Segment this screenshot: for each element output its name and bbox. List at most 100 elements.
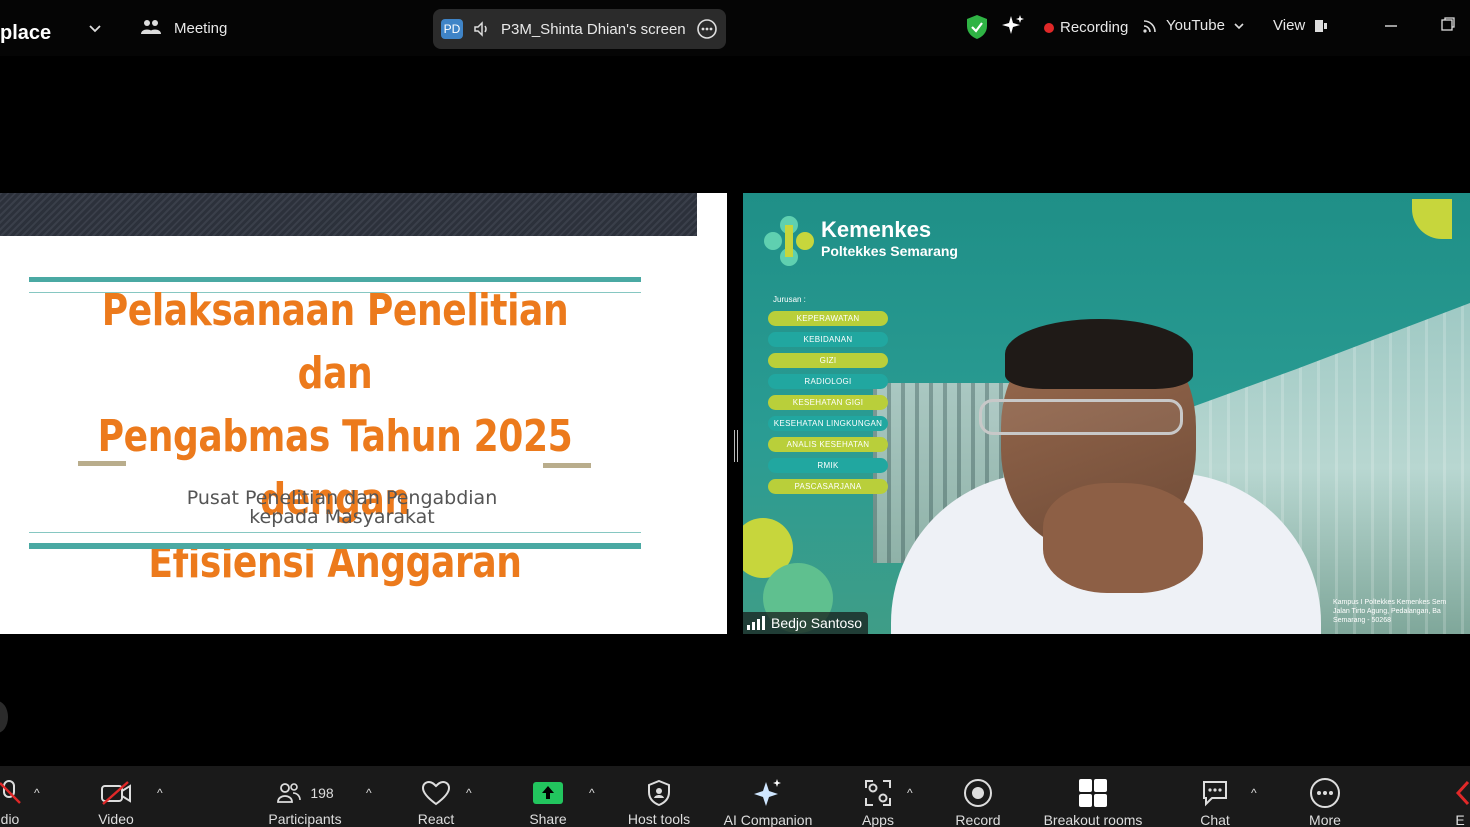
chat-label: Chat — [1200, 812, 1230, 827]
chevron-down-icon[interactable] — [87, 20, 103, 36]
brand-name: Kemenkes — [821, 217, 932, 242]
layout-splitter-handle[interactable] — [734, 430, 738, 462]
meeting-controls-toolbar: dio ^ Video ^ 198 Participants ^ React ^… — [0, 766, 1470, 827]
department-heading: Jurusan : — [773, 295, 806, 304]
slide-title-line: Pelaksanaan Penelitian dan — [101, 285, 569, 399]
side-panel-toggle[interactable] — [0, 701, 8, 733]
department-item: ANALIS KESEHATAN — [768, 437, 888, 452]
ai-sparkle-icon[interactable] — [1001, 14, 1025, 38]
slide-header-band — [0, 193, 697, 236]
ai-companion-button[interactable]: AI Companion — [718, 766, 818, 827]
apps-options-caret-icon[interactable]: ^ — [907, 786, 913, 800]
share-label: Share — [529, 811, 567, 827]
more-label: More — [1309, 812, 1341, 827]
department-item: KESEHATAN GIGI — [768, 395, 888, 410]
slide-divider — [29, 543, 641, 549]
slide-divider — [29, 532, 641, 533]
kemenkes-logo-icon — [764, 216, 814, 266]
live-stream-button[interactable]: YouTube — [1142, 17, 1245, 34]
react-button[interactable]: React — [406, 766, 466, 827]
department-item: KEBIDANAN — [768, 332, 888, 347]
stream-label: YouTube — [1166, 17, 1225, 34]
slide-accent — [543, 463, 591, 468]
slide-subtitle-line: kepada Masyarakat — [249, 506, 435, 528]
slide-title-line: Efisiensi Anggaran — [148, 537, 522, 588]
app-name: place — [0, 22, 52, 44]
chat-icon — [1203, 781, 1227, 807]
department-item: KEPERAWATAN — [768, 311, 888, 326]
more-options-icon[interactable] — [696, 18, 718, 40]
ai-sparkle-icon — [754, 779, 781, 806]
ai-companion-label: AI Companion — [723, 812, 813, 827]
microphone-muted-icon — [0, 779, 21, 804]
record-label: Record — [955, 812, 1001, 827]
heart-icon — [421, 780, 451, 805]
slide-accent — [78, 461, 126, 466]
video-button[interactable]: Video — [86, 766, 146, 827]
people-icon — [141, 20, 161, 34]
participant-figure — [1043, 483, 1203, 593]
meeting-info-button[interactable]: Meeting — [140, 18, 227, 38]
recording-dot-icon — [1044, 22, 1054, 33]
restore-window-icon[interactable] — [1440, 16, 1456, 32]
host-tools-button[interactable]: Host tools — [619, 766, 699, 827]
security-shield-icon[interactable] — [965, 14, 989, 40]
audio-options-caret-icon[interactable]: ^ — [34, 786, 40, 800]
audio-label: dio — [0, 811, 20, 827]
sharer-avatar: PD — [441, 19, 463, 39]
breakout-rooms-button[interactable]: Breakout rooms — [1033, 766, 1153, 827]
share-options-caret-icon[interactable]: ^ — [589, 786, 595, 800]
slide-subtitle: Pusat Penelitian dan Pengabdian kepada M… — [100, 489, 584, 527]
end-meeting-icon — [1455, 780, 1470, 806]
signal-strength-icon — [747, 616, 765, 630]
breakout-rooms-icon — [1079, 779, 1107, 807]
campus-caption-line: Semarang - 50268 — [1333, 617, 1391, 624]
meeting-top-bar: place Meeting PD P3M_Shinta Dhian's scre… — [0, 0, 1470, 56]
decorative-shape — [1412, 199, 1452, 239]
chat-options-caret-icon[interactable]: ^ — [1251, 786, 1257, 800]
record-button[interactable]: Record — [948, 766, 1008, 827]
campus-caption: Kampus I Poltekkes Kemenkes Sem Jalan Ti… — [1333, 598, 1446, 625]
participants-options-caret-icon[interactable]: ^ — [366, 786, 372, 800]
apps-icon — [865, 780, 891, 806]
more-options-icon — [1310, 778, 1340, 808]
record-icon — [964, 779, 992, 807]
apps-label: Apps — [862, 812, 894, 827]
share-title: P3M_Shinta Dhian's screen — [501, 20, 686, 38]
camera-off-icon — [101, 780, 131, 805]
recording-label: Recording — [1060, 19, 1129, 36]
department-item: RMIK — [768, 458, 888, 473]
share-screen-icon — [533, 781, 563, 804]
meeting-label: Meeting — [174, 19, 228, 37]
react-options-caret-icon[interactable]: ^ — [466, 786, 472, 800]
participant-name-tag: Bedjo Santoso — [743, 612, 869, 634]
screen-share-indicator[interactable]: PD P3M_Shinta Dhian's screen — [433, 9, 726, 49]
end-meeting-button[interactable]: E — [1450, 766, 1470, 827]
participants-icon — [277, 782, 302, 803]
minimize-window-icon[interactable] — [1383, 14, 1399, 30]
breakout-rooms-label: Breakout rooms — [1043, 812, 1143, 827]
participant-figure — [979, 399, 1183, 435]
participant-figure — [1005, 319, 1193, 389]
chevron-down-icon — [1234, 22, 1244, 29]
broadcast-icon — [1143, 19, 1156, 33]
more-button[interactable]: More — [1295, 766, 1355, 827]
recording-indicator[interactable]: Recording — [1044, 19, 1128, 36]
share-button[interactable]: Share — [518, 766, 578, 827]
department-item: GIZI — [768, 353, 888, 368]
speaker-icon — [474, 21, 487, 37]
chat-button[interactable]: Chat — [1185, 766, 1245, 827]
participant-name: Bedjo Santoso — [771, 615, 863, 631]
participant-video-tile[interactable]: Kemenkes Poltekkes Semarang Jurusan : KE… — [743, 193, 1470, 634]
video-label: Video — [98, 811, 134, 827]
view-layout-icon — [1315, 19, 1328, 32]
apps-button[interactable]: Apps — [848, 766, 908, 827]
brand-subtitle: Poltekkes Semarang — [821, 243, 958, 259]
department-item: KESEHATAN LINGKUNGAN — [768, 416, 888, 431]
participants-label: Participants — [268, 811, 342, 827]
view-label: View — [1273, 17, 1306, 34]
video-options-caret-icon[interactable]: ^ — [157, 786, 163, 800]
view-button[interactable]: View — [1273, 17, 1329, 34]
campus-caption-line: Jalan Tirto Agung, Pedalangan, Ba — [1333, 608, 1441, 615]
participants-button[interactable]: 198 Participants — [260, 766, 350, 827]
